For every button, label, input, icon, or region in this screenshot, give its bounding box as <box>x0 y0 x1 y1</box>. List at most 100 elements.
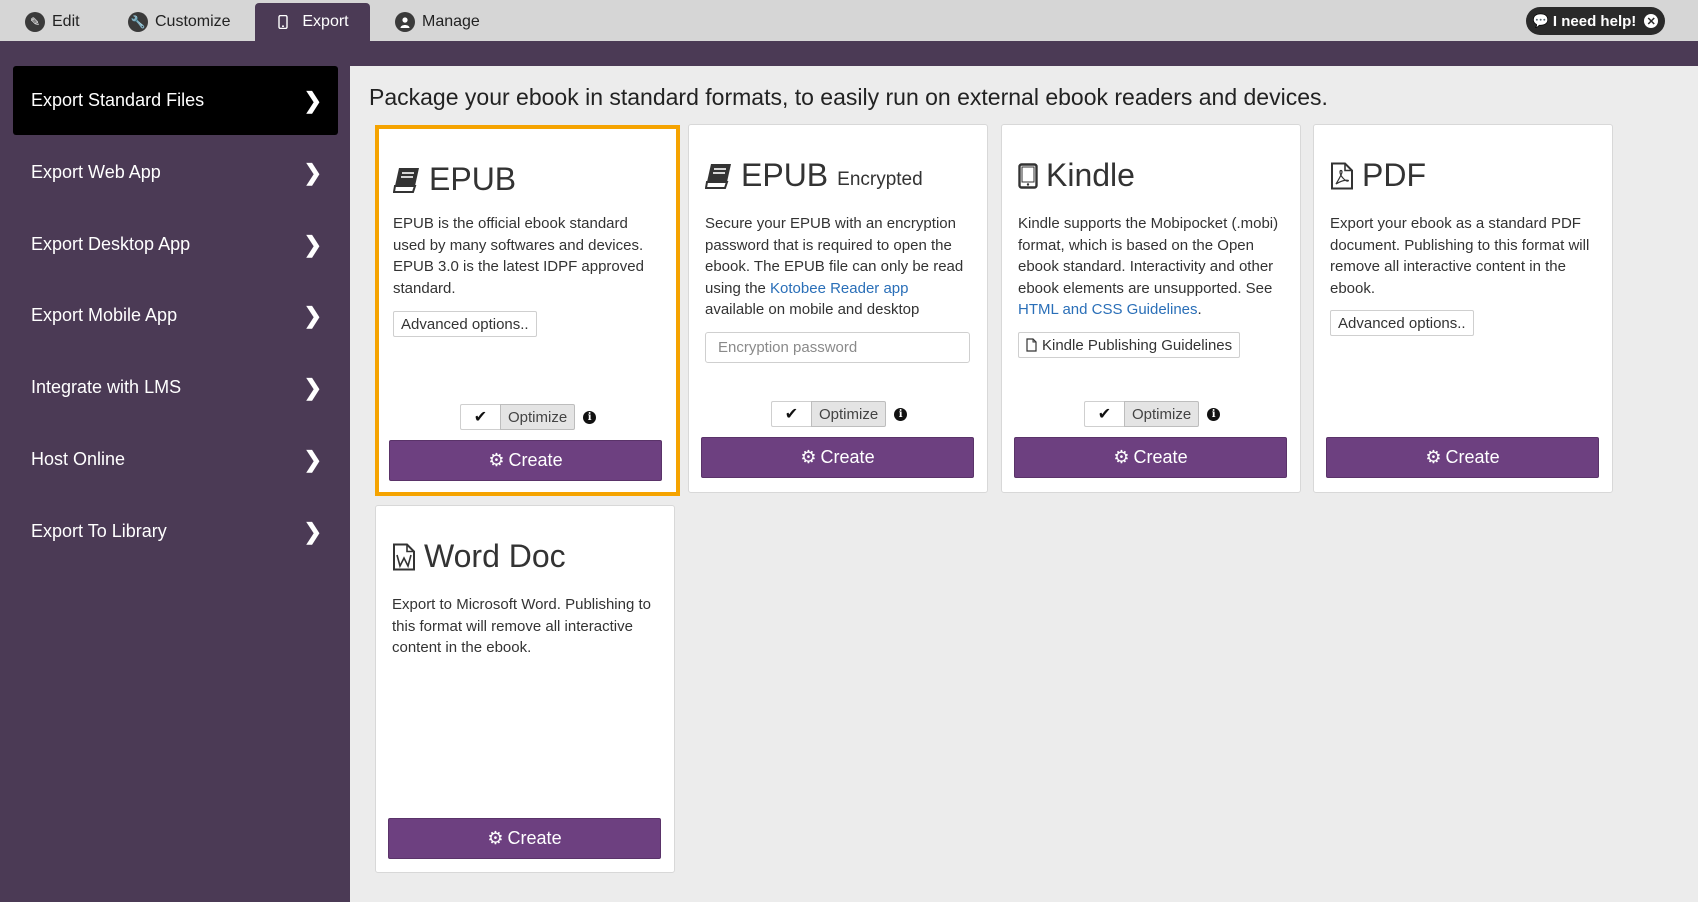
card-description: Secure your EPUB with an encryption pass… <box>705 213 967 321</box>
pdf-file-icon <box>1331 162 1353 189</box>
sidebar-item-label: Export Web App <box>31 162 161 182</box>
sidebar-item-host-online[interactable]: Host Online ❯ <box>13 425 338 494</box>
word-file-icon <box>393 543 415 570</box>
chevron-right-icon: ❯ <box>303 446 322 472</box>
gear-icon: ⚙ <box>487 828 504 848</box>
pencil-icon: ✎ <box>25 12 45 32</box>
sidebar-item-export-to-library[interactable]: Export To Library ❯ <box>13 497 338 566</box>
tab-edit[interactable]: ✎ Edit <box>25 3 80 41</box>
optimize-label: Optimize <box>500 404 576 430</box>
card-description: Kindle supports the Mobipocket (.mobi) f… <box>1018 213 1280 321</box>
card-title-text: EPUB <box>429 161 517 197</box>
tab-customize[interactable]: 🔧 Customize <box>128 3 231 41</box>
card-title: EPUB Encrypted <box>705 157 923 194</box>
chevron-right-icon: ❯ <box>303 231 322 257</box>
tab-edit-label: Edit <box>52 13 80 30</box>
sidebar: Export Standard Files ❯ Export Web App ❯… <box>0 41 350 902</box>
tab-customize-label: Customize <box>155 13 231 30</box>
create-epub-button[interactable]: ⚙ Create <box>389 440 662 481</box>
card-title-text: PDF <box>1362 157 1426 193</box>
card-title: EPUB <box>393 161 516 198</box>
mobile-icon <box>276 12 290 32</box>
create-label: Create <box>820 447 875 467</box>
tablet-icon <box>1018 162 1038 189</box>
sidebar-item-export-standard-files[interactable]: Export Standard Files ❯ <box>13 66 338 135</box>
desc-text: . <box>1197 301 1202 318</box>
chevron-right-icon: ❯ <box>303 302 322 328</box>
card-title-text: Kindle <box>1046 157 1135 193</box>
sidebar-item-integrate-lms[interactable]: Integrate with LMS ❯ <box>13 353 338 422</box>
card-title: PDF <box>1330 157 1426 194</box>
chevron-right-icon: ❯ <box>303 518 322 544</box>
sidebar-item-label: Export Standard Files <box>31 90 205 110</box>
book-icon <box>705 163 731 189</box>
create-word-button[interactable]: ⚙ Create <box>388 818 661 859</box>
optimize-label: Optimize <box>811 401 887 427</box>
checkmark-icon[interactable]: ✔ <box>460 404 500 430</box>
card-description: Export to Microsoft Word. Publishing to … <box>392 596 651 656</box>
sidebar-item-label: Export Desktop App <box>31 234 191 254</box>
card-title: Kindle <box>1018 157 1135 194</box>
pdf-card[interactable]: PDF Export your ebook as a standard PDF … <box>1313 124 1613 493</box>
close-icon[interactable]: ✕ <box>1644 14 1659 28</box>
epub-card[interactable]: EPUB EPUB is the official ebook standard… <box>375 125 680 496</box>
desc-text: available on mobile and desktop <box>705 301 920 318</box>
tab-export-label: Export <box>302 13 349 30</box>
top-toolbar: ✎ Edit 🔧 Customize Export Manage 💬 I nee… <box>0 0 1698 41</box>
sidebar-item-export-desktop-app[interactable]: Export Desktop App ❯ <box>13 210 338 279</box>
epub-encrypted-card[interactable]: EPUB Encrypted Secure your EPUB with an … <box>688 124 988 493</box>
sidebar-item-label: Export To Library <box>31 521 167 541</box>
info-icon[interactable]: i <box>583 410 597 424</box>
create-label: Create <box>1445 447 1500 467</box>
create-label: Create <box>508 450 563 470</box>
optimize-toggle[interactable]: ✔ Optimize i <box>460 404 597 430</box>
desc-text: Kindle supports the Mobipocket (.mobi) f… <box>1018 215 1279 297</box>
document-icon <box>1026 338 1037 352</box>
card-subtitle: Encrypted <box>837 168 923 190</box>
sidebar-item-label: Integrate with LMS <box>31 377 182 397</box>
html-css-guidelines-link[interactable]: HTML and CSS Guidelines <box>1018 301 1198 318</box>
gear-icon: ⚙ <box>488 450 505 470</box>
optimize-toggle[interactable]: ✔ Optimize i <box>771 401 908 427</box>
gear-icon: ⚙ <box>1113 447 1130 467</box>
info-icon[interactable]: i <box>894 407 908 421</box>
advanced-options-button[interactable]: Advanced options.. <box>393 311 537 337</box>
help-label: I need help! <box>1552 12 1637 30</box>
kotobee-reader-link[interactable]: Kotobee Reader app <box>770 280 908 297</box>
gear-icon: ⚙ <box>800 447 817 467</box>
tab-manage-label: Manage <box>422 13 480 30</box>
user-icon <box>395 12 415 32</box>
sidebar-item-export-web-app[interactable]: Export Web App ❯ <box>13 138 338 207</box>
card-description: Export your ebook as a standard PDF docu… <box>1330 215 1590 297</box>
word-doc-card[interactable]: Word Doc Export to Microsoft Word. Publi… <box>375 505 675 873</box>
chevron-right-icon: ❯ <box>303 374 322 400</box>
optimize-toggle[interactable]: ✔ Optimize i <box>1084 401 1221 427</box>
optimize-label: Optimize <box>1124 401 1200 427</box>
create-kindle-button[interactable]: ⚙ Create <box>1014 437 1287 478</box>
create-epub-encrypted-button[interactable]: ⚙ Create <box>701 437 974 478</box>
sidebar-item-export-mobile-app[interactable]: Export Mobile App ❯ <box>13 281 338 350</box>
advanced-options-button[interactable]: Advanced options.. <box>1330 310 1474 336</box>
encryption-password-input[interactable] <box>705 332 970 363</box>
kindle-card[interactable]: Kindle Kindle supports the Mobipocket (.… <box>1001 124 1301 493</box>
create-label: Create <box>1133 447 1188 467</box>
help-button[interactable]: 💬 I need help! ✕ <box>1526 7 1665 35</box>
create-label: Create <box>507 828 562 848</box>
book-icon <box>393 167 419 193</box>
card-title: Word Doc <box>392 538 566 575</box>
kindle-guidelines-button[interactable]: Kindle Publishing Guidelines <box>1018 332 1241 358</box>
gear-icon: ⚙ <box>1425 447 1442 467</box>
tab-manage[interactable]: Manage <box>395 3 480 41</box>
checkmark-icon[interactable]: ✔ <box>771 401 811 427</box>
tab-export[interactable]: Export <box>255 3 370 41</box>
sidebar-item-label: Host Online <box>31 449 126 469</box>
chevron-right-icon: ❯ <box>303 87 322 113</box>
create-pdf-button[interactable]: ⚙ Create <box>1326 437 1599 478</box>
card-title-text: Word Doc <box>424 538 566 574</box>
info-icon[interactable]: i <box>1207 407 1221 421</box>
card-title-text: EPUB <box>741 157 829 193</box>
sidebar-item-label: Export Mobile App <box>31 305 178 325</box>
page-headline: Package your ebook in standard formats, … <box>369 84 1328 110</box>
chat-icon: 💬 <box>1532 13 1549 28</box>
checkmark-icon[interactable]: ✔ <box>1084 401 1124 427</box>
